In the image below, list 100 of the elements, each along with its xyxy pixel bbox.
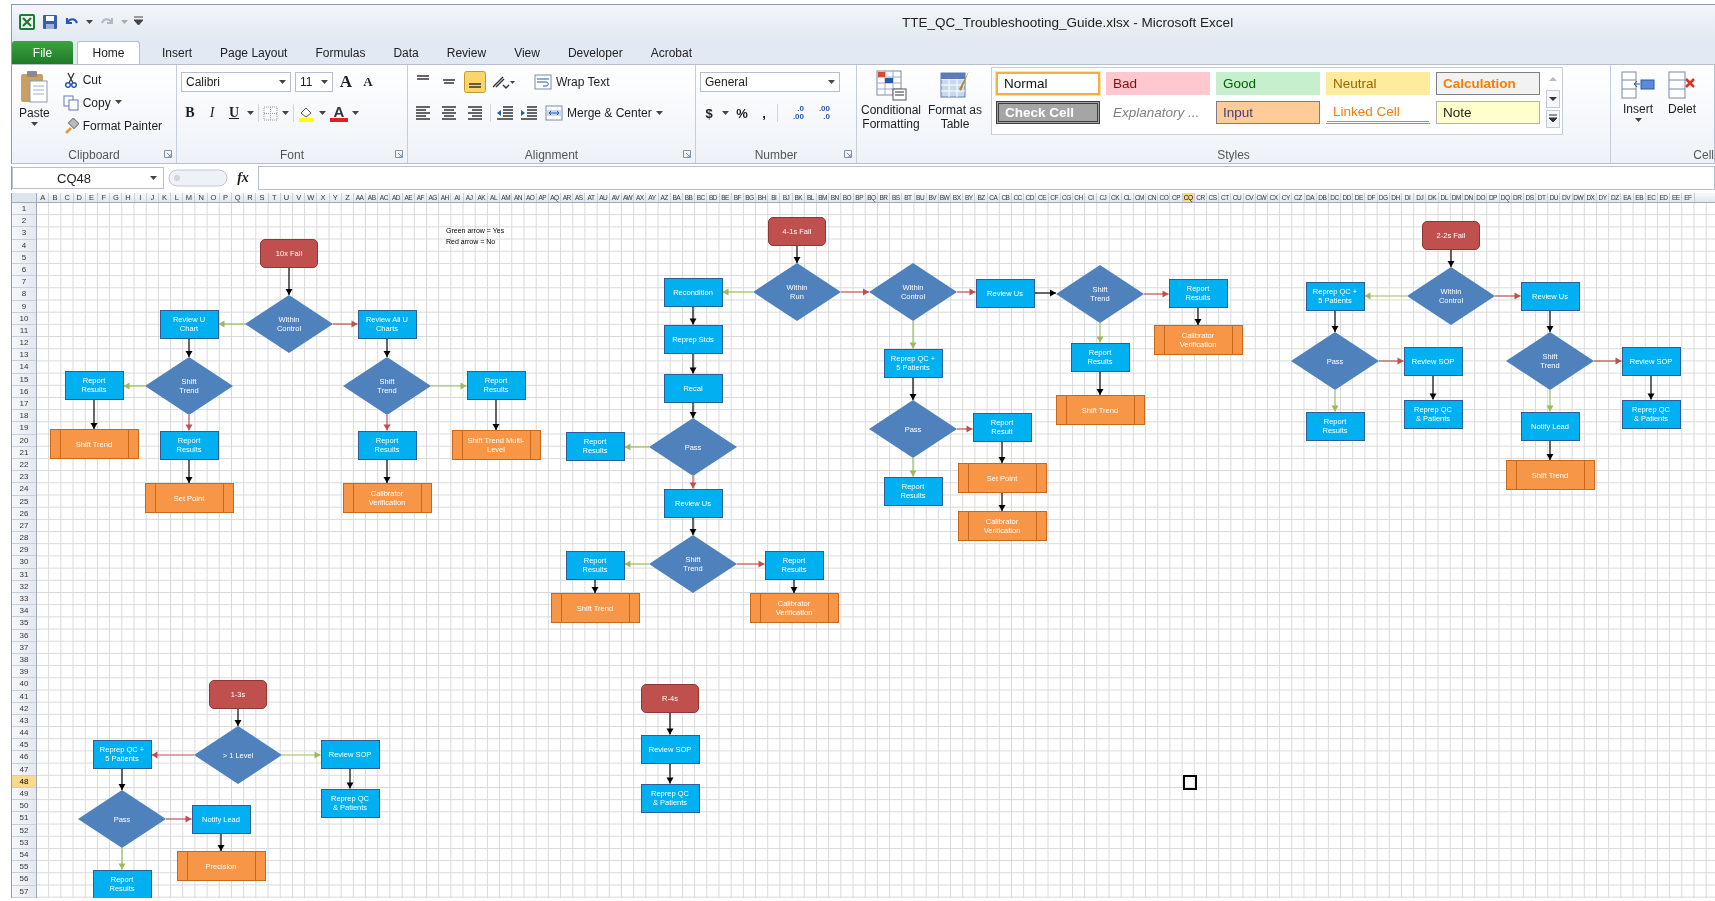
cell-style-option[interactable]: Neutral <box>1326 72 1430 95</box>
row-header[interactable]: 41 <box>12 690 36 703</box>
row-header[interactable]: 57 <box>12 885 36 898</box>
comma-style-button[interactable]: , <box>755 103 773 123</box>
caret-icon[interactable] <box>247 110 254 116</box>
row-header[interactable]: 35 <box>12 617 36 630</box>
ribbon-tab[interactable]: Acrobat <box>636 41 706 64</box>
row-header[interactable]: 37 <box>12 641 36 654</box>
caret-icon[interactable] <box>86 19 93 25</box>
row-header[interactable]: 31 <box>12 568 36 581</box>
row-header[interactable]: 15 <box>12 373 36 386</box>
percent-button[interactable]: % <box>733 103 751 123</box>
row-header[interactable]: 14 <box>12 361 36 374</box>
ribbon-tab[interactable]: Home <box>77 41 140 64</box>
ribbon-tab[interactable]: Data <box>379 41 433 64</box>
insert-cells-button[interactable]: Insert <box>1615 68 1661 146</box>
row-header[interactable]: 46 <box>12 751 36 764</box>
dialog-launcher-icon[interactable] <box>164 150 172 158</box>
paste-button[interactable]: Paste <box>16 68 53 146</box>
row-header[interactable]: 11 <box>12 324 36 338</box>
row-header[interactable]: 51 <box>12 812 36 825</box>
row-header[interactable]: 27 <box>12 519 36 533</box>
cell-style-option[interactable]: Bad <box>1106 72 1210 95</box>
ribbon-tab[interactable]: Developer <box>553 41 637 64</box>
row-header[interactable]: 30 <box>12 556 36 569</box>
decrease-decimal-button[interactable]: .00 .0 <box>808 105 830 121</box>
row-header[interactable]: 3 <box>12 227 36 240</box>
row-header[interactable]: 4 <box>12 239 36 252</box>
row-header[interactable]: 5 <box>12 251 36 264</box>
row-header[interactable]: 19 <box>12 422 36 435</box>
row-header[interactable]: 25 <box>12 495 36 508</box>
row-header[interactable]: 10 <box>12 312 36 325</box>
name-box[interactable]: CQ48 <box>12 167 164 189</box>
row-header[interactable]: 53 <box>12 836 36 849</box>
grow-font-button[interactable]: A <box>337 72 355 92</box>
row-header[interactable]: 21 <box>12 446 36 459</box>
row-header[interactable]: 23 <box>12 471 36 484</box>
row-header[interactable]: 47 <box>12 763 36 776</box>
row-header[interactable]: 38 <box>12 653 36 667</box>
delete-cells-button[interactable]: Delet <box>1665 68 1705 146</box>
italic-button[interactable]: I <box>203 103 221 123</box>
row-header[interactable]: 33 <box>12 593 36 606</box>
ribbon-tab[interactable]: View <box>500 41 554 64</box>
font-name-field[interactable]: Calibri <box>181 72 291 92</box>
wrap-text-button[interactable]: Wrap Text <box>532 71 612 93</box>
row-header[interactable]: 43 <box>12 714 36 728</box>
currency-button[interactable]: $ <box>700 103 718 123</box>
cell-style-option[interactable]: Good <box>1216 72 1320 95</box>
row-header[interactable]: 56 <box>12 873 36 886</box>
ribbon-tab[interactable]: Insert <box>148 41 206 64</box>
row-header[interactable]: 32 <box>12 580 36 593</box>
row-header[interactable]: 6 <box>12 263 36 277</box>
row-header[interactable]: 12 <box>12 337 36 350</box>
row-header[interactable]: 20 <box>12 434 36 447</box>
ribbon-tab[interactable]: Review <box>432 41 501 64</box>
row-header[interactable]: 17 <box>12 398 36 411</box>
row-header[interactable]: 9 <box>12 300 36 313</box>
font-size-field[interactable]: 11 <box>295 72 333 92</box>
row-header[interactable]: 44 <box>12 727 36 740</box>
ribbon-tab[interactable]: Page Layout <box>206 41 302 64</box>
ribbon-tab[interactable]: Formulas <box>301 41 380 64</box>
conditional-formatting-button[interactable]: Conditional Formatting <box>861 67 921 146</box>
merge-center-button[interactable]: Merge & Center <box>543 102 665 124</box>
font-color-button[interactable]: A <box>330 104 348 122</box>
scroll-down-icon[interactable] <box>1546 90 1560 108</box>
row-header[interactable]: 36 <box>12 629 36 642</box>
file-tab[interactable]: File <box>12 41 73 64</box>
cell-style-option[interactable]: Explanatory ... <box>1106 101 1210 124</box>
save-icon[interactable] <box>42 14 58 30</box>
row-header[interactable]: 22 <box>12 458 36 472</box>
row-header[interactable]: 26 <box>12 507 36 520</box>
cut-button[interactable]: Cut <box>60 69 165 90</box>
format-painter-button[interactable]: Format Painter <box>60 115 165 136</box>
cell-style-option[interactable]: Input <box>1216 101 1320 124</box>
row-header[interactable]: 16 <box>12 385 36 398</box>
caret-icon[interactable] <box>352 110 359 116</box>
cell-style-option[interactable]: Normal <box>996 72 1100 95</box>
row-header[interactable]: 34 <box>12 605 36 618</box>
row-header[interactable]: 49 <box>12 788 36 801</box>
splitter-handle-icon[interactable] <box>168 168 228 188</box>
shrink-font-button[interactable]: A <box>359 72 377 92</box>
customize-toolbar-icon[interactable] <box>134 16 143 28</box>
caret-icon[interactable] <box>722 110 729 116</box>
dialog-launcher-icon[interactable] <box>683 150 691 158</box>
bold-button[interactable]: B <box>181 103 199 123</box>
row-header[interactable]: 1 <box>12 203 36 216</box>
row-header[interactable]: 18 <box>12 410 36 423</box>
caret-icon[interactable] <box>319 110 326 116</box>
underline-button[interactable]: U <box>225 103 243 123</box>
row-header[interactable]: 50 <box>12 800 36 813</box>
row-header[interactable]: 29 <box>12 544 36 557</box>
row-header[interactable]: 8 <box>12 288 36 301</box>
row-header[interactable]: 54 <box>12 848 36 862</box>
row-header[interactable]: 40 <box>12 678 36 691</box>
row-header[interactable]: 42 <box>12 702 36 715</box>
copy-button[interactable]: Copy <box>60 92 165 113</box>
dialog-launcher-icon[interactable] <box>844 150 852 158</box>
format-as-table-button[interactable]: Format as Table <box>925 67 985 146</box>
row-header[interactable]: 45 <box>12 739 36 752</box>
number-format-field[interactable]: General <box>700 72 840 92</box>
